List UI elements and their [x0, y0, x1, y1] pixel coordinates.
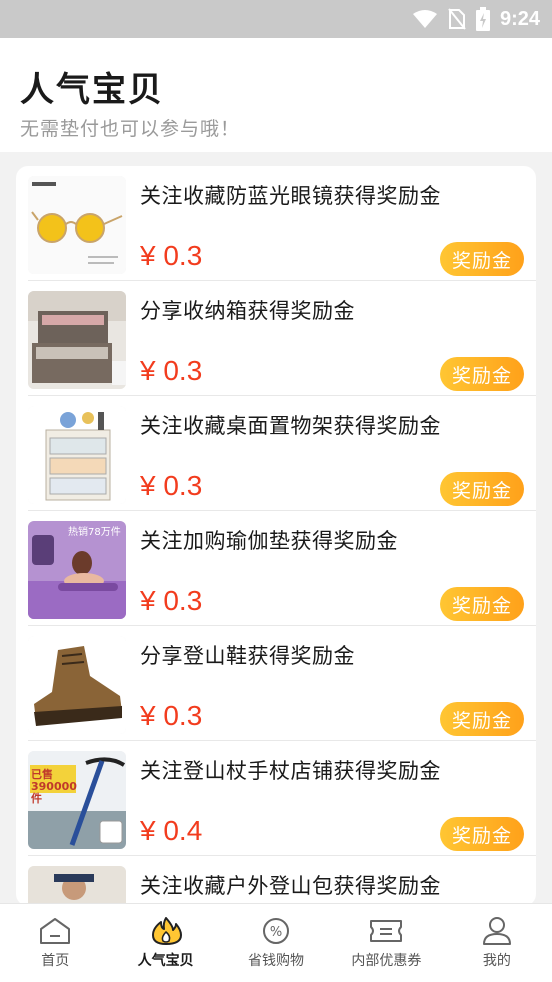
reward-button[interactable]: 奖励金: [440, 472, 524, 506]
product-image-trekking-pole: 已售 390000件: [28, 751, 126, 849]
item-title: 关注收藏防蓝光眼镜获得奖励金: [140, 184, 441, 208]
reward-button[interactable]: 奖励金: [440, 587, 524, 621]
coupon-icon: [370, 920, 403, 942]
thumb-overlay-text: 已售 390000件: [31, 768, 77, 805]
item-price: ¥ 0.3: [140, 470, 203, 501]
tab-label: 人气宝贝: [137, 953, 194, 969]
tab-label: 我的: [482, 953, 511, 969]
user-icon: [482, 917, 511, 945]
fire-icon: [151, 917, 182, 945]
bottom-tab-bar: 首页 人气宝贝 % 省钱购物 内部优惠券 我的: [0, 903, 552, 982]
thumb-overlay-text: 热销78万件: [68, 527, 121, 538]
status-bar: 9:24: [0, 0, 552, 38]
item-price: ¥ 0.3: [140, 700, 203, 731]
reward-button[interactable]: 奖励金: [440, 817, 524, 851]
product-image-backpack: [28, 866, 126, 906]
list-item[interactable]: 分享登山鞋获得奖励金 ¥ 0.3 奖励金: [16, 626, 536, 741]
product-list[interactable]: 关注收藏防蓝光眼镜获得奖励金 ¥ 0.3 奖励金 分享收纳箱获得奖励金 ¥ 0.…: [16, 166, 536, 906]
page-header: 人气宝贝 无需垫付也可以参与哦！: [0, 38, 552, 152]
tab-coupons[interactable]: 内部优惠券: [331, 904, 441, 982]
home-icon: [40, 918, 71, 944]
page-subtitle: 无需垫付也可以参与哦！: [20, 118, 241, 140]
item-price: ¥ 0.4: [140, 815, 203, 846]
tab-home[interactable]: 首页: [0, 904, 110, 982]
wifi-icon: [412, 10, 437, 28]
svg-text:%: %: [270, 925, 282, 940]
status-time: 9:24: [499, 7, 540, 30]
battery-charging-icon: [475, 7, 490, 31]
list-item[interactable]: 关注收藏防蓝光眼镜获得奖励金 ¥ 0.3 奖励金: [16, 166, 536, 281]
product-image-glasses: [28, 176, 126, 274]
page-title: 人气宝贝: [20, 70, 164, 110]
reward-button[interactable]: 奖励金: [440, 702, 524, 736]
list-item[interactable]: 关注收藏户外登山包获得奖励金: [16, 856, 536, 906]
product-image-desk-rack: [28, 406, 126, 504]
item-title: 关注加购瑜伽垫获得奖励金: [140, 529, 398, 553]
tab-save-shopping[interactable]: % 省钱购物: [221, 904, 331, 982]
reward-button[interactable]: 奖励金: [440, 242, 524, 276]
product-image-yoga-mat: 热销78万件: [28, 521, 126, 619]
product-image-storage-box: [28, 291, 126, 389]
item-price: ¥ 0.3: [140, 585, 203, 616]
tab-label: 省钱购物: [248, 953, 305, 969]
discount-icon: %: [263, 918, 290, 944]
list-item[interactable]: 关注收藏桌面置物架获得奖励金 ¥ 0.3 奖励金: [16, 396, 536, 511]
item-price: ¥ 0.3: [140, 355, 203, 386]
item-title: 分享收纳箱获得奖励金: [140, 299, 355, 323]
item-title: 关注收藏户外登山包获得奖励金: [140, 874, 441, 898]
list-item[interactable]: 热销78万件 关注加购瑜伽垫获得奖励金 ¥ 0.3 奖励金: [16, 511, 536, 626]
tab-popular[interactable]: 人气宝贝: [110, 904, 220, 982]
product-image-hiking-boot: [28, 636, 126, 734]
list-item[interactable]: 已售 390000件 关注登山杖手杖店铺获得奖励金 ¥ 0.4 奖励金: [16, 741, 536, 856]
reward-button[interactable]: 奖励金: [440, 357, 524, 391]
tab-mine[interactable]: 我的: [442, 904, 552, 982]
status-icons: 9:24: [412, 0, 540, 38]
no-sim-icon: [448, 8, 466, 30]
tab-label: 内部优惠券: [351, 953, 422, 969]
tab-label: 首页: [41, 953, 70, 969]
item-price: ¥ 0.3: [140, 240, 203, 271]
item-title: 分享登山鞋获得奖励金: [140, 644, 355, 668]
list-item[interactable]: 分享收纳箱获得奖励金 ¥ 0.3 奖励金: [16, 281, 536, 396]
item-title: 关注登山杖手杖店铺获得奖励金: [140, 759, 441, 783]
item-title: 关注收藏桌面置物架获得奖励金: [140, 414, 441, 438]
